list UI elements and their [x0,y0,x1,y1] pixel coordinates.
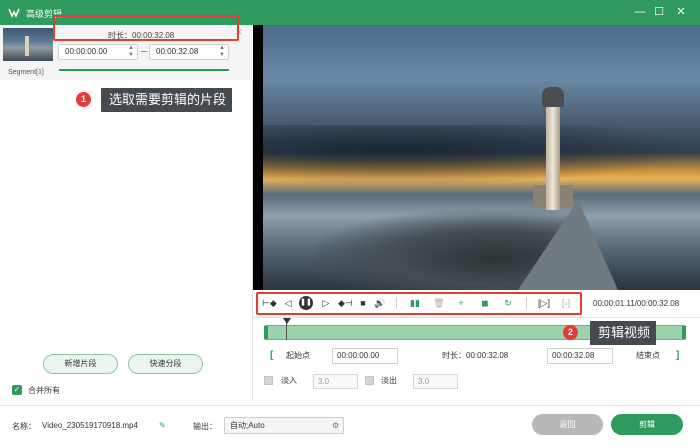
app-logo-icon [8,8,20,18]
fade-out-value: 3.0 [418,377,430,386]
segment-label: Segment[1] [8,69,44,76]
playhead-marker[interactable] [283,318,291,324]
spin-up-icon[interactable]: ▲ [218,45,226,52]
spin-up-icon[interactable]: ▲ [127,45,135,52]
spin-down-icon[interactable]: ▼ [218,52,226,59]
quick-split-button[interactable]: 快速分段 [128,354,203,374]
fade-out-label: 淡出 [381,376,397,385]
segment-start-input[interactable]: 00:00:00.00 ▲ ▼ [58,44,138,60]
annotation-callout-1: 选取需要剪辑的片段 [101,88,233,112]
segment-thumbnail [3,28,53,61]
start-bracket-icon[interactable]: [ [270,348,273,364]
end-point-input[interactable]: 00:00:32.08 [547,348,613,364]
timeline-end-handle[interactable] [682,326,686,339]
start-point-input[interactable]: 00:00:00.00 [332,348,398,364]
output-value: 自动;Auto [230,421,265,430]
video-preview[interactable] [253,25,700,290]
name-label: 名称： [12,422,36,431]
segment-end-value: 00:00:32.08 [156,47,199,56]
time-edit-row: [ 起始点 00:00:00.00 时长：00:00:32.08 00:00:3… [264,348,686,364]
back-button[interactable]: 返回 [532,414,603,435]
start-point-label[interactable]: 起始点 [286,348,310,364]
file-name: Video_230519170918.mp4 [42,421,138,430]
settings-icon[interactable]: ⚙ [332,418,339,433]
fade-in-input[interactable]: 3.0 [313,374,358,389]
segment-start-value: 00:00:00.00 [65,47,108,56]
annotation-badge-1: 1 [76,92,91,107]
fade-in-label: 淡入 [281,376,297,385]
time-readout: 00:00:01.11/00:00:32.08 [593,299,680,308]
segment-panel: 时长：00:00:32.08 00:00:00.00 ▲ ▼ 00:00:32.0… [0,25,253,399]
merge-all-label: 合并所有 [28,386,60,395]
fade-out-input[interactable]: 3.0 [413,374,458,389]
fade-in-value: 3.0 [318,377,330,386]
new-segment-button[interactable]: 新增片段 [43,354,118,374]
cut-button[interactable]: 剪辑 [611,414,683,435]
edit-name-icon[interactable]: ✎ [159,421,166,430]
annotation-box-controls [256,292,582,315]
timeline-start-handle[interactable] [264,326,268,339]
edit-duration: 时长：00:00:32.08 [442,351,509,360]
start-point-value: 00:00:00.00 [337,351,380,360]
close-button[interactable]: ✕ [672,4,690,21]
segment-end-input[interactable]: 00:00:32.08 ▲ ▼ [149,44,229,60]
merge-all-checkbox[interactable]: ✓ [12,385,22,395]
output-label: 输出： [193,422,217,431]
segment-progress-bar [59,69,229,71]
start-spinner[interactable]: ▲ ▼ [127,45,135,59]
output-select[interactable]: 自动;Auto ⚙ [224,417,344,434]
end-point-label[interactable]: 结束点 [636,348,660,364]
end-bracket-icon[interactable]: ] [676,348,679,364]
lighthouse [546,105,560,210]
maximize-button[interactable]: ☐ [650,4,668,21]
annotation-badge-2: 2 [563,325,578,340]
annotation-box-1 [53,15,239,41]
range-dash [141,51,147,52]
annotation-callout-2: 剪辑视频 [590,321,657,345]
fade-out-checkbox[interactable] [365,376,374,385]
end-point-value: 00:00:32.08 [552,351,595,360]
minimize-button[interactable]: — [631,4,649,21]
fade-in-checkbox[interactable] [264,376,273,385]
spin-down-icon[interactable]: ▼ [127,52,135,59]
end-spinner[interactable]: ▲ ▼ [218,45,226,59]
